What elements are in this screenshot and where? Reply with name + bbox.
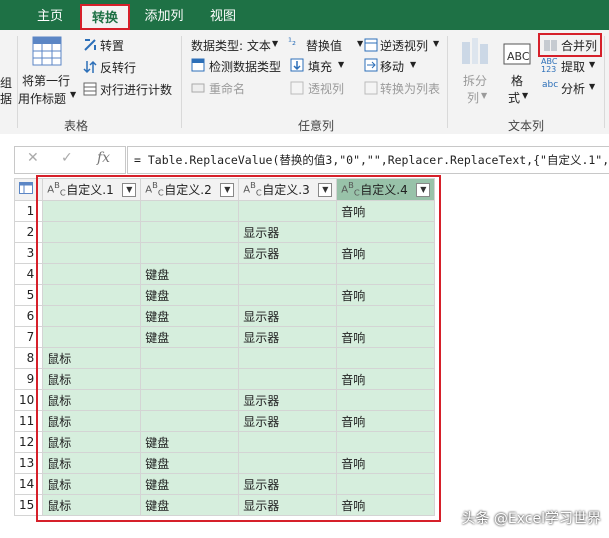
chevron-down-icon[interactable]: ▼: [433, 39, 439, 48]
separator: [447, 36, 448, 128]
chevron-down-icon[interactable]: ▼: [522, 91, 528, 100]
selection-highlight: [36, 175, 441, 522]
replace-values-icon: ¹₂: [288, 37, 297, 48]
use-first-row-button-line2[interactable]: 用作标题: [18, 90, 66, 107]
group-by-label-partial[interactable]: 组: [0, 74, 12, 91]
count-rows-icon: [83, 82, 97, 96]
tab-transform[interactable]: 转换: [80, 4, 130, 30]
reverse-rows-icon: [83, 60, 97, 74]
split-column-icon: [462, 38, 488, 64]
merge-columns-icon: [544, 40, 557, 51]
table-icon: [19, 182, 33, 194]
pivot-column-icon: [290, 81, 304, 95]
chevron-down-icon[interactable]: ▼: [410, 60, 416, 69]
check-icon[interactable]: ✓: [61, 150, 73, 166]
split-column-button-line2[interactable]: 列: [467, 89, 479, 106]
function-icon[interactable]: fx: [97, 150, 110, 166]
group-label-table: 表格: [64, 119, 89, 133]
chevron-down-icon[interactable]: ▼: [357, 39, 363, 48]
unpivot-icon: [364, 38, 378, 52]
ribbon: 组 据 将第一行 用作标题 ▼ 转置 反转行 对行进行计数 表格 数据类型: 文…: [0, 30, 609, 135]
tab-home[interactable]: 主页: [22, 4, 78, 30]
split-column-button[interactable]: 拆分: [463, 72, 487, 89]
chevron-down-icon[interactable]: ▼: [589, 60, 595, 69]
group-label-text-column: 文本列: [508, 119, 545, 133]
tab-add-column[interactable]: 添加列: [134, 4, 194, 30]
svg-text:ABC: ABC: [507, 50, 530, 63]
group-by-label-partial-2[interactable]: 据: [0, 90, 12, 107]
tab-view[interactable]: 视图: [198, 4, 248, 30]
use-first-row-button[interactable]: 将第一行: [22, 72, 70, 89]
formula-text: = Table.ReplaceValue(替换的值3,"0","",Replac…: [134, 153, 609, 167]
parse-button[interactable]: 分析: [561, 80, 585, 97]
chevron-down-icon[interactable]: ▼: [589, 82, 595, 91]
pivot-column-button[interactable]: 透视列: [308, 80, 344, 97]
formula-input[interactable]: = Table.ReplaceValue(替换的值3,"0","",Replac…: [127, 146, 609, 174]
separator: [181, 36, 182, 128]
fill-button[interactable]: 填充: [308, 58, 332, 75]
separator: [604, 36, 605, 128]
detect-type-icon: [191, 58, 205, 72]
count-rows-button[interactable]: 对行进行计数: [100, 81, 172, 98]
move-icon: [364, 58, 378, 72]
fill-down-icon: [290, 58, 304, 72]
convert-to-list-icon: [364, 81, 378, 95]
unpivot-columns-button[interactable]: 逆透视列: [380, 37, 428, 54]
chevron-down-icon[interactable]: ▼: [272, 39, 278, 48]
transpose-icon: [84, 39, 96, 51]
transpose-button[interactable]: 转置: [100, 37, 124, 54]
chevron-down-icon[interactable]: ▼: [481, 91, 487, 100]
watermark: 头条 @Excel学习世界: [461, 511, 601, 527]
data-type-dropdown[interactable]: 数据类型: 文本: [191, 37, 271, 54]
reverse-rows-button[interactable]: 反转行: [100, 59, 136, 76]
separator: [17, 36, 18, 128]
extract-icon: ABC 123: [541, 57, 558, 74]
detect-data-type-button[interactable]: 检测数据类型: [209, 58, 281, 75]
file-tab[interactable]: [0, 4, 16, 30]
format-button[interactable]: 格: [511, 72, 523, 89]
chevron-down-icon[interactable]: ▼: [70, 90, 76, 99]
rename-button[interactable]: 重命名: [209, 80, 245, 97]
extract-button[interactable]: 提取: [561, 58, 585, 75]
group-label-any-column: 任意列: [298, 119, 335, 133]
rename-icon: [191, 83, 205, 93]
replace-values-button[interactable]: 替换值: [306, 37, 342, 54]
use-first-row-icon: [32, 36, 62, 66]
parse-icon: abc: [542, 80, 559, 90]
formula-controls: ✕ ✓ fx: [14, 146, 126, 174]
format-button-line2[interactable]: 式: [508, 89, 520, 106]
convert-to-list-button[interactable]: 转换为列表: [380, 80, 440, 97]
merge-columns-button[interactable]: 合并列: [561, 37, 597, 54]
chevron-down-icon[interactable]: ▼: [338, 60, 344, 69]
move-button[interactable]: 移动: [380, 58, 404, 75]
cancel-icon[interactable]: ✕: [27, 150, 39, 166]
format-icon: ABC: [503, 43, 531, 65]
